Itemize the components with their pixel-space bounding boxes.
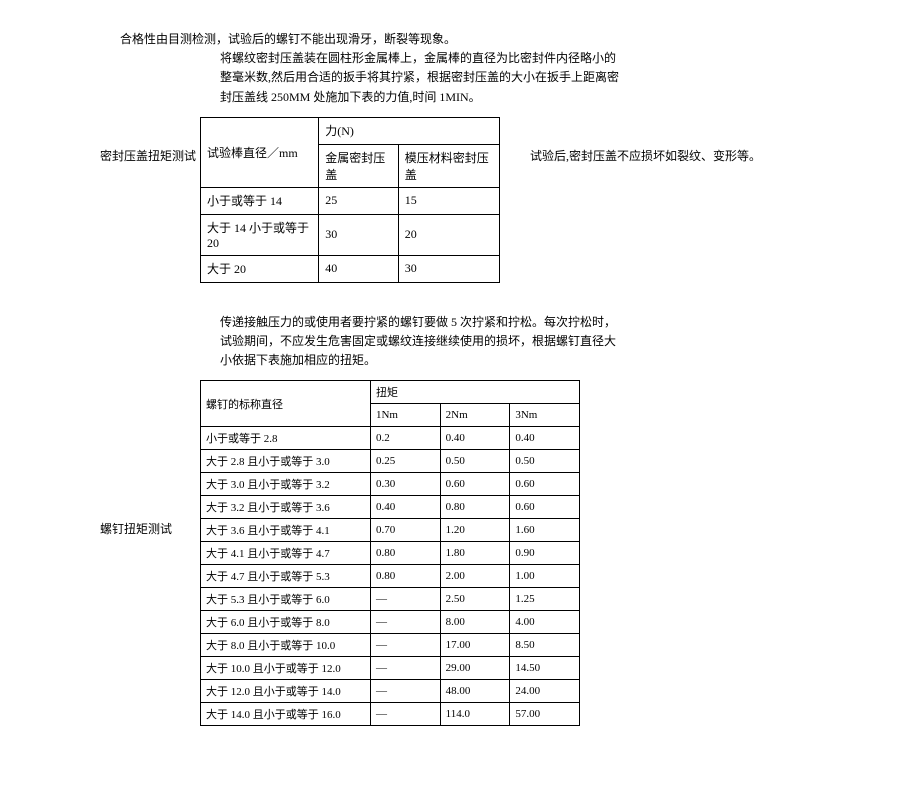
table-row: 小于或等于 2.80.20.400.40 (201, 427, 580, 450)
section1-desc: 将螺纹密封压盖装在圆柱形金属棒上，金属棒的直径为比密封件内径略小的整毫米数,然后… (220, 49, 620, 107)
table-row: 大于 5.3 且小于或等于 6.0—2.501.25 (201, 588, 580, 611)
section1-label: 密封压盖扭矩测试 (100, 117, 200, 166)
t2-sub3: 3Nm (510, 404, 580, 427)
table-row: 大于 2.8 且小于或等于 3.00.250.500.50 (201, 450, 580, 473)
intro-text: 合格性由目测检测，试验后的螺钉不能出现滑牙，断裂等现象。 (120, 30, 820, 49)
t1-header2: 力(N) (319, 117, 500, 144)
section1: 密封压盖扭矩测试 试验棒直径／mm 力(N) 金属密封压盖 模压材料密封压盖 小… (100, 117, 820, 283)
t2-sub2: 2Nm (440, 404, 510, 427)
t1-subheader1: 金属密封压盖 (319, 144, 398, 187)
table-row: 大于 20 40 30 (201, 255, 500, 282)
section2-label: 螺钉扭矩测试 (100, 380, 200, 539)
table-row: 大于 10.0 且小于或等于 12.0—29.0014.50 (201, 657, 580, 680)
table-row: 大于 14 小于或等于20 30 20 (201, 214, 500, 255)
section2-desc: 传递接触压力的或使用者要拧紧的螺钉要做 5 次拧紧和拧松。每次拧松时，试验期间，… (220, 313, 620, 371)
t2-sub1: 1Nm (370, 404, 440, 427)
t2-header2: 扭矩 (370, 381, 579, 404)
table-row: 大于 3.6 且小于或等于 4.10.701.201.60 (201, 519, 580, 542)
table-row: 大于 12.0 且小于或等于 14.0—48.0024.00 (201, 680, 580, 703)
table-row: 大于 6.0 且小于或等于 8.0—8.004.00 (201, 611, 580, 634)
section1-afternote: 试验后,密封压盖不应损坏如裂纹、变形等。 (530, 117, 761, 166)
t2-header1: 螺钉的标称直径 (201, 381, 371, 427)
table-row: 大于 4.1 且小于或等于 4.70.801.800.90 (201, 542, 580, 565)
section2: 螺钉扭矩测试 螺钉的标称直径 扭矩 1Nm 2Nm 3Nm 小于或等于 2.80… (100, 380, 820, 726)
table2: 螺钉的标称直径 扭矩 1Nm 2Nm 3Nm 小于或等于 2.80.20.400… (200, 380, 580, 726)
table-row: 大于 8.0 且小于或等于 10.0—17.008.50 (201, 634, 580, 657)
t1-header1: 试验棒直径／mm (201, 117, 319, 187)
table-row: 大于 14.0 且小于或等于 16.0—114.057.00 (201, 703, 580, 726)
table1: 试验棒直径／mm 力(N) 金属密封压盖 模压材料密封压盖 小于或等于 14 2… (200, 117, 500, 283)
table-row: 大于 3.0 且小于或等于 3.20.300.600.60 (201, 473, 580, 496)
table-row: 小于或等于 14 25 15 (201, 187, 500, 214)
table-row: 大于 3.2 且小于或等于 3.60.400.800.60 (201, 496, 580, 519)
t1-subheader2: 模压材料密封压盖 (398, 144, 499, 187)
table-row: 大于 4.7 且小于或等于 5.30.802.001.00 (201, 565, 580, 588)
